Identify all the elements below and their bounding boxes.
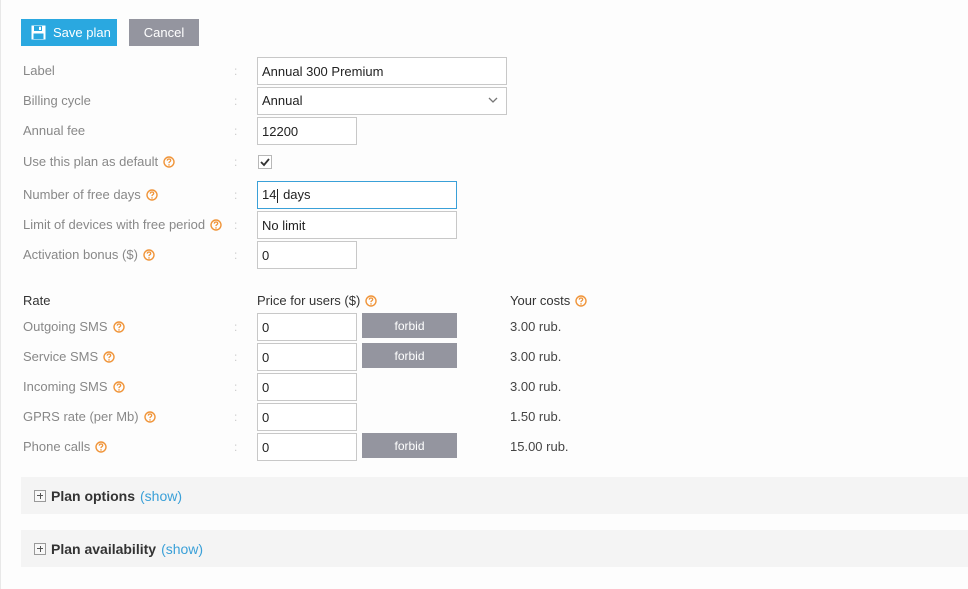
label-field-label: Label — [23, 63, 55, 78]
forbid-button[interactable]: forbid — [362, 433, 457, 458]
rate-label-text: Phone calls — [23, 439, 91, 454]
colon: : — [234, 155, 238, 169]
rate-price-input[interactable] — [257, 313, 357, 341]
rate-label-text: Service SMS — [23, 349, 99, 364]
rate-cost: 15.00 rub. — [510, 439, 569, 454]
rate-price-input[interactable] — [257, 403, 357, 431]
colon: : — [234, 188, 238, 202]
rate-label: Outgoing SMS — [23, 313, 125, 341]
colon: : — [234, 64, 238, 78]
form-row-activation-bonus: Activation bonus ($) : — [0, 241, 968, 269]
use-default-label-text: Use this plan as default — [23, 154, 159, 169]
help-icon[interactable] — [113, 381, 125, 393]
rate-price-input[interactable] — [257, 433, 357, 461]
rate-price-input[interactable] — [257, 373, 357, 401]
costs-header: Your costs — [510, 291, 587, 311]
rate-row: Incoming SMS: 3.00 rub. — [0, 373, 968, 401]
rate-row: GPRS rate (per Mb): 1.50 rub. — [0, 403, 968, 431]
forbid-button[interactable]: forbid — [362, 313, 457, 338]
free-days-label: Number of free days — [23, 181, 158, 209]
plan-options-show-link[interactable]: (show) — [140, 488, 182, 504]
expand-plus-icon[interactable] — [34, 542, 46, 555]
help-icon[interactable] — [103, 351, 115, 363]
price-header-text: Price for users ($) — [257, 293, 361, 308]
forbid-button[interactable]: forbid — [362, 343, 457, 368]
rate-cost: 3.00 rub. — [510, 349, 562, 364]
help-icon[interactable] — [113, 321, 125, 333]
help-icon[interactable] — [146, 189, 158, 201]
form-row-annual-fee: Annual fee : — [0, 117, 968, 145]
colon: : — [234, 440, 238, 454]
use-default-label: Use this plan as default — [23, 148, 175, 176]
annual-fee-label: Annual fee — [23, 123, 86, 138]
rate-cost: 3.00 rub. — [510, 319, 562, 334]
help-icon[interactable] — [143, 249, 155, 261]
billing-cycle-select[interactable]: Annual — [257, 87, 507, 115]
colon: : — [234, 124, 238, 138]
device-limit-label: Limit of devices with free period — [23, 211, 222, 239]
activation-bonus-label-text: Activation bonus ($) — [23, 247, 138, 262]
save-plan-label: Save plan — [53, 25, 111, 40]
rate-header: Rate — [23, 293, 51, 308]
rate-label: Service SMS — [23, 343, 115, 371]
form-row-billing-cycle: Billing cycle : Annual — [0, 87, 968, 115]
plan-availability-title: Plan availability — [51, 540, 157, 557]
rate-label-text: Outgoing SMS — [23, 319, 108, 334]
rate-row: Phone calls: forbid 15.00 rub. — [0, 433, 968, 461]
plan-label-input[interactable] — [257, 57, 507, 85]
billing-cycle-label: Billing cycle — [23, 93, 91, 108]
rate-price-input[interactable] — [257, 343, 357, 371]
billing-cycle-value: Annual — [262, 93, 303, 108]
activation-bonus-input[interactable] — [257, 241, 357, 269]
free-days-input[interactable]: 14 days — [257, 181, 457, 209]
cancel-button[interactable]: Cancel — [129, 19, 199, 46]
device-limit-label-text: Limit of devices with free period — [23, 217, 206, 232]
colon: : — [234, 320, 238, 334]
activation-bonus-label: Activation bonus ($) — [23, 241, 155, 269]
rate-label-text: GPRS rate (per Mb) — [23, 409, 139, 424]
free-days-label-text: Number of free days — [23, 187, 141, 202]
expand-plus-icon[interactable] — [34, 489, 46, 502]
costs-header-text: Your costs — [510, 293, 571, 308]
plan-options-title: Plan options — [51, 487, 135, 504]
price-header: Price for users ($) — [257, 291, 377, 311]
annual-fee-input[interactable] — [257, 117, 357, 145]
form-row-free-days: Number of free days : 14 days — [0, 181, 968, 209]
rate-label: GPRS rate (per Mb) — [23, 403, 156, 431]
plan-options-section[interactable]: Plan options (show) — [21, 477, 968, 514]
help-icon[interactable] — [365, 295, 377, 307]
plan-availability-show-link[interactable]: (show) — [161, 541, 203, 557]
help-icon[interactable] — [95, 441, 107, 453]
help-icon[interactable] — [575, 295, 587, 307]
device-limit-input[interactable] — [257, 211, 457, 239]
use-default-checkbox[interactable] — [258, 155, 272, 169]
plan-availability-section[interactable]: Plan availability (show) — [21, 530, 968, 567]
rate-label: Incoming SMS — [23, 373, 125, 401]
help-icon[interactable] — [144, 411, 156, 423]
rate-row: Service SMS: forbid 3.00 rub. — [0, 343, 968, 371]
checkmark-icon — [260, 158, 270, 167]
rate-cost: 1.50 rub. — [510, 409, 562, 424]
help-icon[interactable] — [210, 219, 222, 231]
rate-label-text: Incoming SMS — [23, 379, 108, 394]
form-row-device-limit: Limit of devices with free period : — [0, 211, 968, 239]
form-row-label: Label : — [0, 57, 968, 85]
toolbar: Save plan Cancel — [21, 19, 199, 46]
colon: : — [234, 350, 238, 364]
colon: : — [234, 410, 238, 424]
save-plan-button[interactable]: Save plan — [21, 19, 117, 46]
form-row-use-default: Use this plan as default : — [0, 148, 968, 176]
free-days-suffix: days — [279, 187, 311, 202]
rate-row: Outgoing SMS: forbid 3.00 rub. — [0, 313, 968, 341]
chevron-down-icon — [488, 97, 498, 103]
colon: : — [234, 380, 238, 394]
help-icon[interactable] — [163, 156, 175, 168]
rate-cost: 3.00 rub. — [510, 379, 562, 394]
rate-label: Phone calls — [23, 433, 107, 461]
floppy-disk-icon — [31, 25, 46, 40]
colon: : — [234, 218, 238, 232]
colon: : — [234, 248, 238, 262]
colon: : — [234, 94, 238, 108]
free-days-value: 14 — [262, 187, 277, 202]
